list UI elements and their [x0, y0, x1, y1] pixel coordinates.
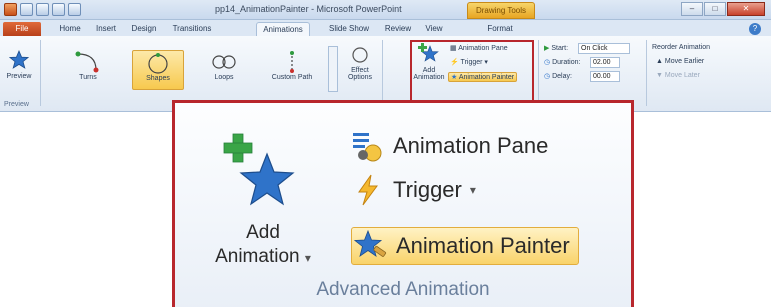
group-divider: [40, 40, 41, 106]
group-divider: [646, 40, 647, 106]
zoom-animation-painter-icon: [354, 229, 387, 257]
gallery-custom-path-label: Custom Path: [271, 74, 313, 81]
start-label: ▶ Start:: [544, 45, 569, 52]
shapes-path-icon: [148, 53, 168, 74]
gallery-custom-path[interactable]: Custom Path: [262, 50, 322, 90]
zoom-add-dropdown-arrow-icon: ▾: [304, 251, 311, 265]
screenshot-root: pp14_AnimationPainter - Microsoft PowerP…: [0, 0, 771, 307]
tab-design[interactable]: Design: [124, 22, 164, 36]
window-controls: – □ ✕: [681, 2, 765, 16]
preview-group-label: Preview: [4, 101, 29, 108]
delay-label: ◷ Delay:: [544, 73, 572, 80]
move-later-button[interactable]: ▼ Move Later: [656, 72, 700, 79]
gallery-shapes[interactable]: Shapes: [132, 50, 184, 90]
tab-view[interactable]: View: [418, 22, 450, 36]
delay-spinner[interactable]: 00.00: [590, 71, 620, 82]
minimize-button[interactable]: –: [681, 2, 703, 16]
gallery-turns[interactable]: Turns: [62, 50, 114, 90]
tab-insert[interactable]: Insert: [88, 22, 124, 36]
reorder-title: Reorder Animation: [652, 44, 710, 51]
zoom-add-animation-icon: [223, 133, 295, 206]
turns-path-icon: [75, 51, 99, 73]
zoom-animation-painter-label: Animation Painter: [396, 233, 570, 258]
delay-clock-icon: ◷: [544, 73, 551, 80]
gallery-loops-label: Loops: [214, 74, 234, 81]
gallery-turns-label: Turns: [79, 74, 97, 81]
zoom-trigger-lightning-icon: [358, 174, 378, 206]
custom-path-icon: [290, 51, 294, 73]
zoom-add-animation-button[interactable]: Add Animation ▾: [193, 118, 333, 278]
zoom-animation-pane-button[interactable]: Animation Pane: [351, 127, 548, 165]
save-icon[interactable]: [20, 3, 33, 16]
loops-path-icon: [212, 55, 236, 69]
zoom-trigger-label: Trigger: [393, 177, 462, 202]
zoom-add-label-line1: Add: [246, 222, 280, 243]
duration-spinner[interactable]: 02.00: [590, 57, 620, 68]
effect-options-icon: [352, 47, 368, 63]
gallery-shapes-label: Shapes: [146, 75, 170, 82]
advanced-animation-zoom-callout: Add Animation ▾ Animation Pane Trigger ▾: [172, 100, 634, 307]
effect-options-button[interactable]: Effect Options: [344, 46, 376, 96]
start-icon: ▶: [544, 45, 550, 52]
gallery-scrollbar[interactable]: [328, 46, 338, 92]
drawing-tools-contextual-tab: Drawing Tools: [467, 2, 535, 19]
preview-star-icon: [9, 50, 29, 69]
close-button[interactable]: ✕: [727, 2, 765, 16]
preview-label: Preview: [6, 73, 32, 80]
gallery-loops[interactable]: Loops: [198, 50, 250, 90]
maximize-button[interactable]: □: [704, 2, 726, 16]
effect-options-label: Effect Options: [347, 67, 373, 81]
move-earlier-icon: ▲: [656, 58, 663, 65]
quick-access-toolbar: [4, 3, 81, 16]
zoom-add-label-line2: Animation ▾: [215, 246, 311, 267]
zoom-group-label: Advanced Animation: [316, 279, 490, 300]
window-title: pp14_AnimationPainter - Microsoft PowerP…: [215, 4, 402, 14]
customize-qat-icon[interactable]: [68, 3, 81, 16]
move-later-icon: ▼: [656, 72, 663, 79]
tab-file[interactable]: File: [3, 22, 41, 36]
zoom-trigger-dropdown-arrow-icon: ▾: [469, 183, 476, 197]
advanced-animation-highlight: [410, 40, 534, 103]
preview-button[interactable]: Preview: [4, 50, 34, 92]
ribbon-tab-bar: File Home Insert Design Transitions Anim…: [0, 20, 771, 36]
zoom-animation-painter-button[interactable]: Animation Painter: [351, 227, 579, 265]
help-icon[interactable]: ?: [749, 23, 761, 35]
tab-transitions[interactable]: Transitions: [166, 22, 218, 36]
tab-slide-show[interactable]: Slide Show: [326, 22, 372, 36]
group-divider: [538, 40, 539, 106]
zoom-trigger-button[interactable]: Trigger ▾: [351, 171, 476, 209]
zoom-animation-pane-icon: [353, 133, 382, 162]
start-dropdown[interactable]: On Click: [578, 43, 630, 54]
zoom-content: Add Animation ▾ Animation Pane Trigger ▾: [175, 103, 631, 307]
tab-animations[interactable]: Animations: [256, 22, 310, 36]
tab-format[interactable]: Format: [480, 22, 520, 36]
duration-label: ◷ Duration:: [544, 59, 581, 66]
tab-home[interactable]: Home: [52, 22, 88, 36]
zoom-animation-pane-label: Animation Pane: [393, 133, 549, 158]
move-earlier-button[interactable]: ▲ Move Earlier: [656, 58, 704, 65]
powerpoint-logo-icon[interactable]: [4, 3, 17, 16]
title-bar: pp14_AnimationPainter - Microsoft PowerP…: [0, 0, 771, 20]
undo-icon[interactable]: [36, 3, 49, 16]
duration-clock-icon: ◷: [544, 59, 551, 66]
zoom-right-divider: [631, 103, 634, 307]
tab-review[interactable]: Review: [380, 22, 416, 36]
redo-icon[interactable]: [52, 3, 65, 16]
group-divider: [382, 40, 383, 106]
